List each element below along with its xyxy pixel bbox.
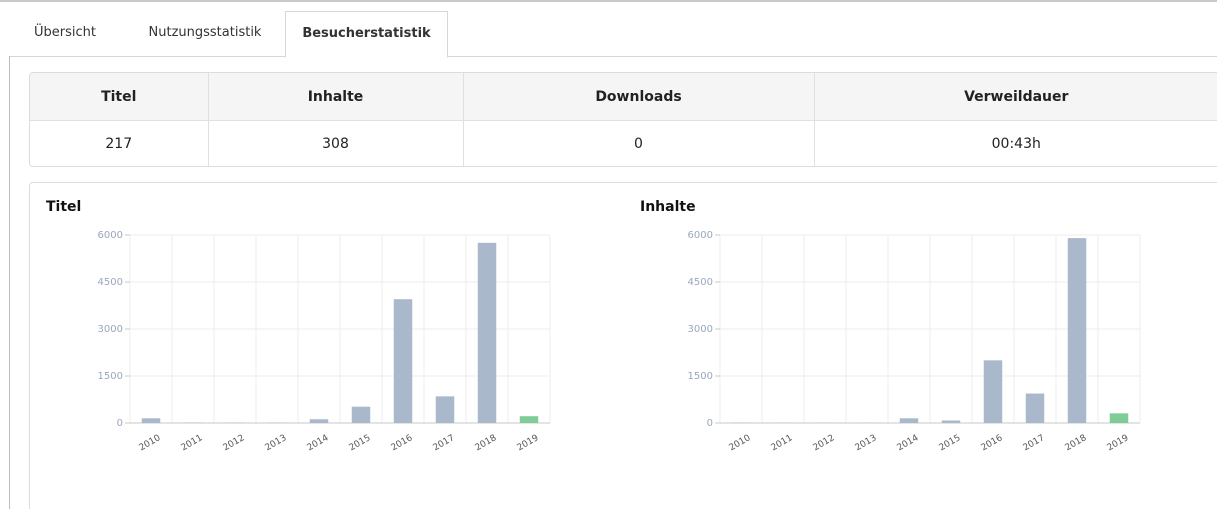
- x-tick-label: 2016: [390, 433, 415, 453]
- y-tick-label: 1500: [688, 371, 713, 382]
- stats-value-downloads: 0: [463, 120, 815, 166]
- bar-2014[interactable]: [309, 419, 329, 423]
- x-tick-label: 2013: [264, 433, 289, 453]
- stats-header-titel: Titel: [30, 73, 209, 121]
- bar-2016[interactable]: [983, 360, 1003, 423]
- x-tick-label: 2014: [306, 433, 331, 453]
- window-left-border: [9, 56, 10, 509]
- x-tick-label: 2015: [938, 433, 963, 453]
- bar-2019[interactable]: [1109, 413, 1129, 423]
- x-tick-label: 2019: [516, 433, 541, 453]
- bar-2019[interactable]: [519, 416, 539, 423]
- x-tick-label: 2012: [222, 433, 247, 453]
- stats-header-downloads: Downloads: [463, 73, 815, 121]
- bar-2018[interactable]: [477, 242, 497, 423]
- y-tick-label: 4500: [688, 277, 713, 288]
- chart-title-titel: Titel: [46, 199, 82, 215]
- bar-2018[interactable]: [1067, 238, 1087, 423]
- charts-panel: Titel 0 1500 3000 4500 6000 2010 2011 2012 2013 2…: [29, 182, 1217, 509]
- y-tick-label: 0: [707, 418, 713, 429]
- x-tick-label: 2018: [1064, 433, 1089, 453]
- x-tick-label: 2013: [854, 433, 879, 453]
- x-tick-label: 2019: [1106, 433, 1131, 453]
- tab-bar: Übersicht Nutzungsstatistik Besucherstat…: [10, 10, 1217, 58]
- x-tick-label: 2015: [348, 433, 373, 453]
- summary-stats-table: Titel Inhalte Downloads Verweildauer 217…: [29, 72, 1217, 167]
- x-tick-label: 2018: [474, 433, 499, 453]
- y-tick-label: 6000: [98, 230, 123, 241]
- bar-2015[interactable]: [351, 406, 371, 423]
- stats-value-titel: 217: [30, 120, 209, 166]
- bar-2017[interactable]: [1025, 393, 1045, 423]
- stats-value-row: 217 308 0 00:43h: [30, 120, 1217, 166]
- x-tick-label: 2014: [896, 433, 921, 453]
- stats-value-verweildauer: 00:43h: [991, 136, 1041, 152]
- bar-2016[interactable]: [393, 299, 413, 423]
- bar-2017[interactable]: [435, 396, 455, 423]
- tab-uebersicht[interactable]: Übersicht: [10, 10, 120, 56]
- x-tick-label: 2012: [812, 433, 837, 453]
- y-tick-label: 3000: [98, 324, 123, 335]
- stats-header-inhalte: Inhalte: [208, 73, 464, 121]
- stats-header-verweildauer: Verweildauer: [814, 73, 1217, 121]
- x-tick-label: 2010: [728, 433, 753, 453]
- y-tick-label: 4500: [98, 277, 123, 288]
- stats-header-row: Titel Inhalte Downloads Verweildauer: [30, 73, 1217, 121]
- bar-chart-inhalte: 0 1500 3000 4500 6000 2010 2011 2012 2013 2014 201…: [688, 230, 1141, 453]
- tab-nutzungsstatistik[interactable]: Nutzungsstatistik: [125, 10, 285, 56]
- x-tick-label: 2011: [770, 433, 795, 453]
- bar-chart-titel: 0 1500 3000 4500 6000 2010 2011 2012 2013 2014 201…: [98, 230, 551, 453]
- x-tick-label: 2010: [138, 433, 163, 453]
- x-tick-label: 2017: [432, 433, 457, 453]
- y-tick-label: 1500: [98, 371, 123, 382]
- y-tick-label: 6000: [688, 230, 713, 241]
- tab-besucherstatistik[interactable]: Besucherstatistik: [285, 11, 448, 58]
- window-top-border: [0, 0, 1217, 2]
- x-tick-label: 2017: [1022, 433, 1047, 453]
- bar-2010[interactable]: [141, 418, 161, 423]
- bar-2015[interactable]: [941, 420, 961, 423]
- y-tick-label: 0: [117, 418, 123, 429]
- stats-value-inhalte: 308: [208, 120, 464, 166]
- chart-title-inhalte: Inhalte: [640, 199, 696, 215]
- x-tick-label: 2011: [180, 433, 205, 453]
- x-tick-label: 2016: [980, 433, 1005, 453]
- bar-2014[interactable]: [899, 418, 919, 423]
- y-tick-label: 3000: [688, 324, 713, 335]
